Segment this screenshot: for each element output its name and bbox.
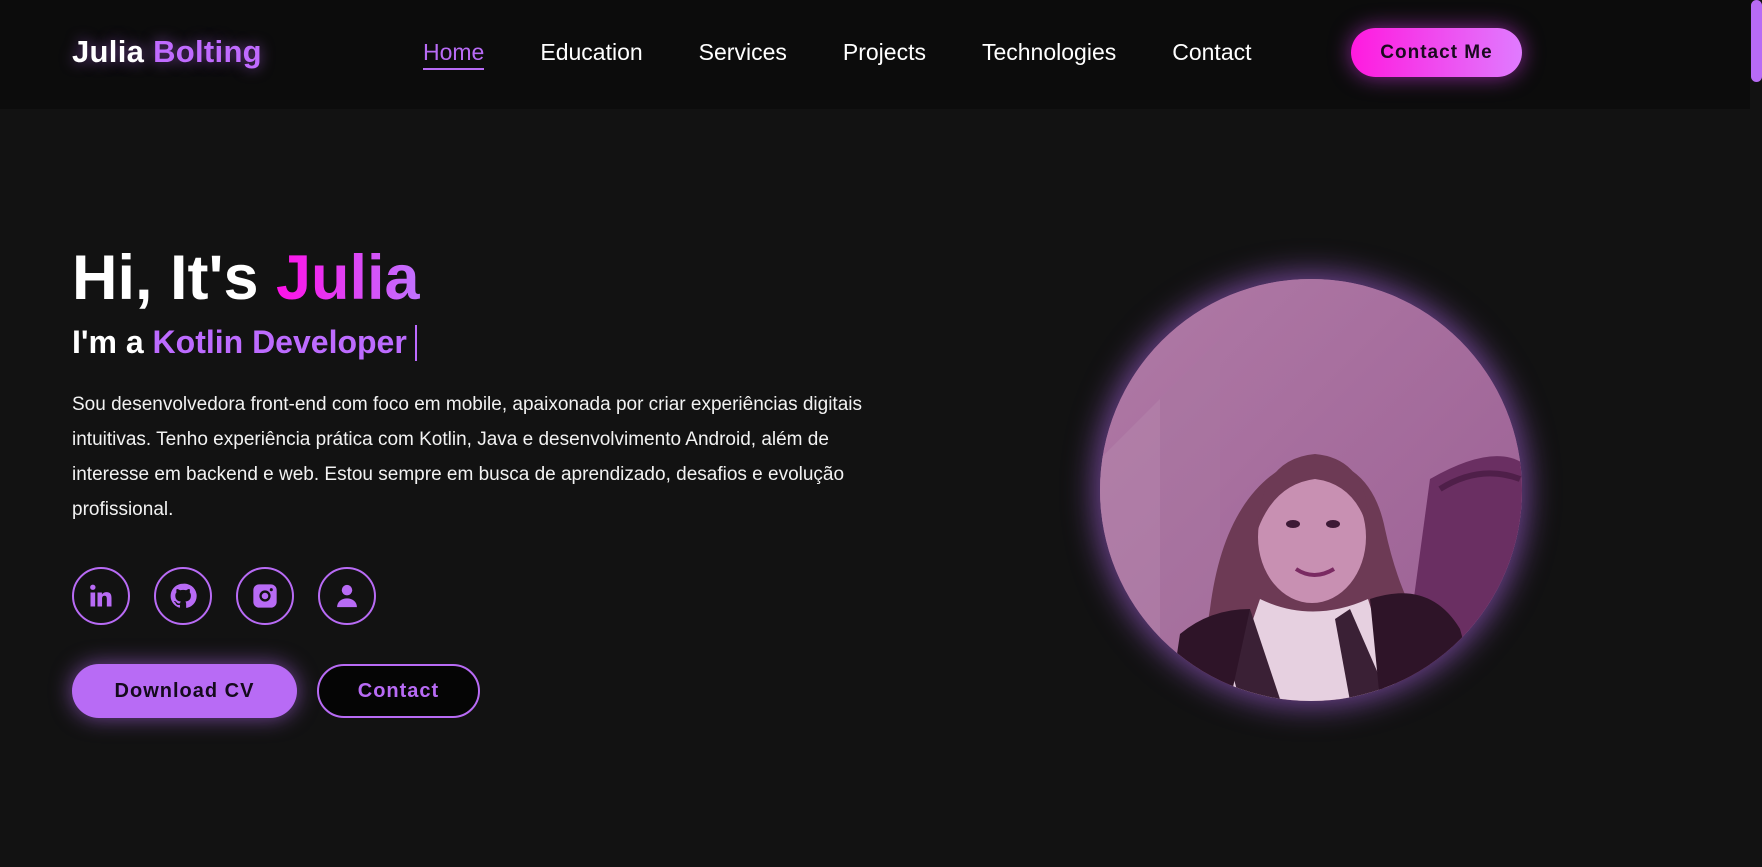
site-logo[interactable]: Julia Bolting bbox=[72, 34, 262, 70]
subtitle-prefix: I'm a bbox=[72, 324, 153, 360]
nav-education[interactable]: Education bbox=[540, 36, 642, 70]
hero-role: Kotlin Developer bbox=[152, 324, 407, 360]
nav-services[interactable]: Services bbox=[699, 36, 787, 70]
instagram-link[interactable] bbox=[236, 567, 294, 625]
nav-contact[interactable]: Contact bbox=[1172, 36, 1251, 70]
main-nav: Home Education Services Projects Technol… bbox=[423, 36, 1308, 70]
profile-link[interactable] bbox=[318, 567, 376, 625]
typing-caret bbox=[414, 324, 417, 361]
profile-photo bbox=[1100, 279, 1522, 701]
linkedin-link[interactable] bbox=[72, 567, 130, 625]
social-links bbox=[72, 567, 376, 625]
download-cv-button[interactable]: Download CV bbox=[72, 664, 297, 718]
instagram-icon bbox=[253, 584, 277, 608]
hero-subtitle: I'm a Kotlin Developer bbox=[72, 323, 417, 361]
hero-description: Sou desenvolvedora front-end com foco em… bbox=[72, 394, 862, 520]
contact-button[interactable]: Contact bbox=[317, 664, 480, 718]
github-link[interactable] bbox=[154, 567, 212, 625]
hero-name: Julia bbox=[276, 243, 420, 313]
github-icon bbox=[170, 583, 197, 608]
site-header: Julia Bolting Home Education Services Pr… bbox=[0, 0, 1750, 109]
linkedin-icon bbox=[90, 584, 112, 607]
hero-title: Hi, It's Julia bbox=[72, 242, 420, 314]
user-icon bbox=[337, 584, 357, 608]
logo-first-name: Julia bbox=[72, 34, 145, 69]
hero-greeting: Hi, It's bbox=[72, 243, 277, 313]
logo-last-name: Bolting bbox=[153, 34, 262, 69]
nav-technologies[interactable]: Technologies bbox=[982, 36, 1116, 70]
contact-me-button[interactable]: Contact Me bbox=[1351, 28, 1522, 77]
nav-projects[interactable]: Projects bbox=[843, 36, 926, 70]
scrollbar-track[interactable] bbox=[1750, 0, 1762, 867]
nav-home[interactable]: Home bbox=[423, 36, 485, 70]
scrollbar-thumb[interactable] bbox=[1751, 0, 1762, 82]
